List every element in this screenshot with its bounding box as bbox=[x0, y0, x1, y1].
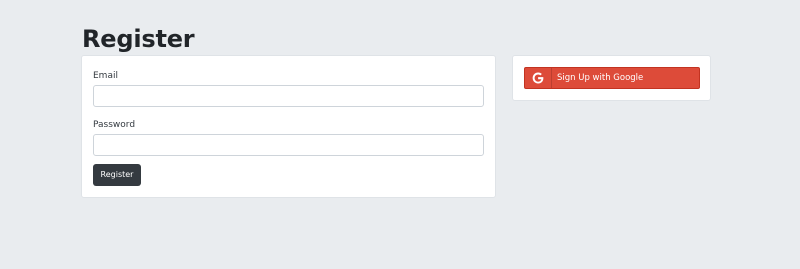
email-label: Email bbox=[93, 71, 118, 81]
google-g-icon bbox=[529, 69, 547, 87]
social-signup-card: Sign Up with Google bbox=[512, 55, 711, 101]
google-signup-button[interactable]: Sign Up with Google bbox=[524, 67, 700, 89]
email-field[interactable] bbox=[93, 85, 484, 107]
register-button[interactable]: Register bbox=[93, 164, 141, 186]
page-title: Register bbox=[82, 25, 195, 53]
password-field[interactable] bbox=[93, 134, 484, 156]
google-signup-label: Sign Up with Google bbox=[557, 73, 644, 83]
google-button-divider bbox=[551, 68, 552, 88]
register-card: Email Password Register bbox=[81, 55, 496, 198]
password-label: Password bbox=[93, 120, 136, 130]
